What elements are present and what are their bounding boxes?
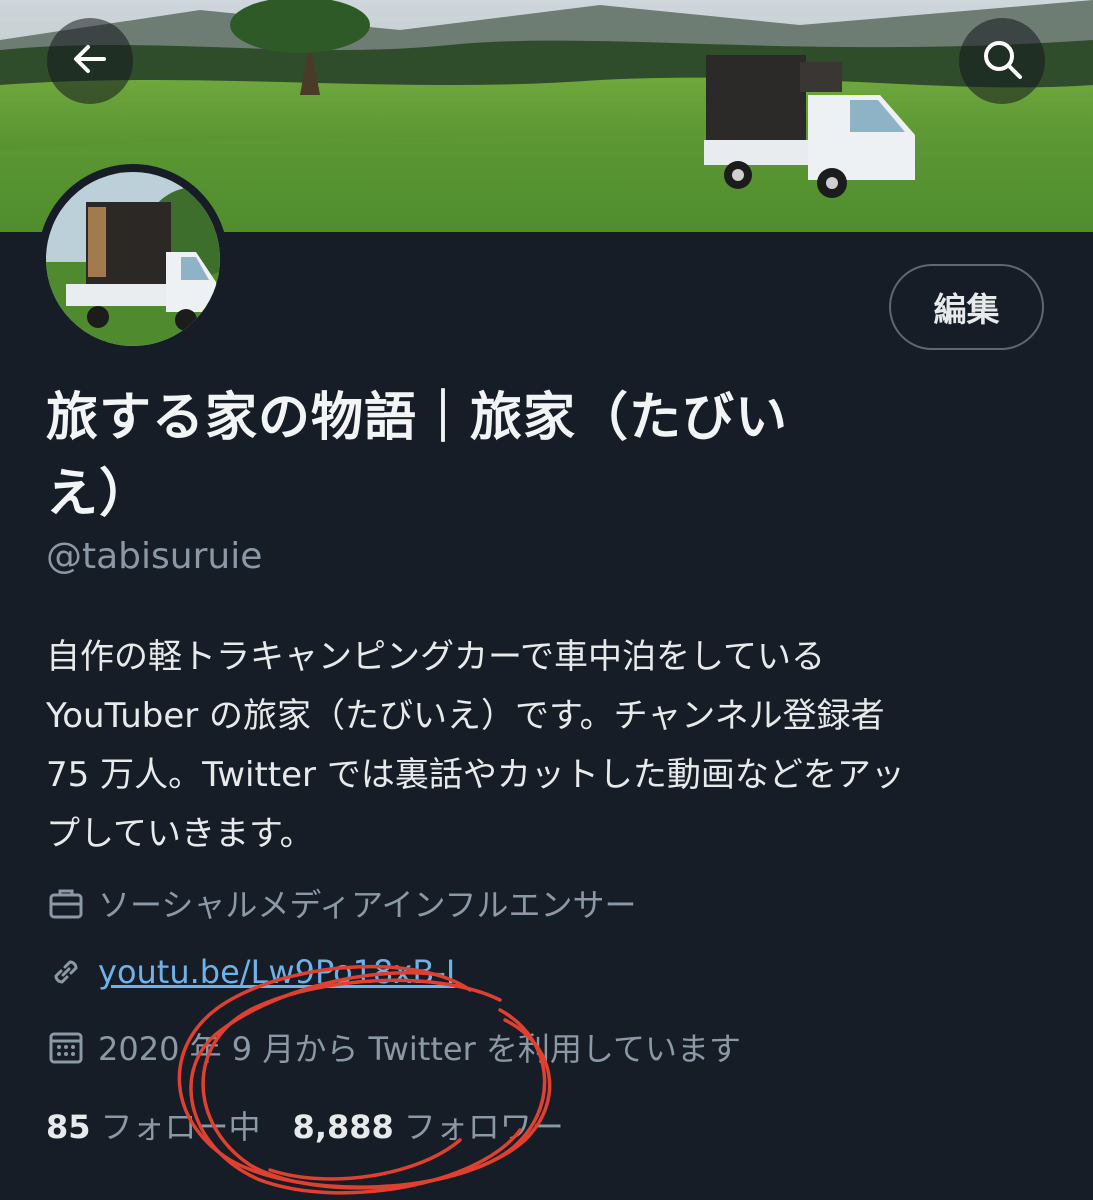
display-name-line1: 旅する家の物語｜旅家（たびい bbox=[46, 388, 789, 448]
bio-line: 自作の軽トラキャンピングカーで車中泊をしている bbox=[46, 637, 825, 677]
bio: 自作の軽トラキャンピングカーで車中泊をしている YouTuber の旅家（たびい… bbox=[46, 628, 1046, 864]
joined-date: 2020 年 9 月から Twitter を利用しています bbox=[46, 1024, 741, 1070]
followers-link[interactable]: 8,888 フォロワー bbox=[293, 1102, 564, 1148]
bio-line: YouTuber の旅家（たびいえ）です。チャンネル登録者 bbox=[46, 696, 885, 736]
calendar-icon bbox=[46, 1027, 86, 1067]
bio-line: プしていきます。 bbox=[46, 814, 314, 854]
profile-link[interactable]: youtu.be/Lw9Po18xB-I bbox=[46, 952, 455, 992]
following-link[interactable]: 85 フォロー中 bbox=[46, 1102, 261, 1148]
following-label: フォロー中 bbox=[100, 1108, 261, 1146]
link-icon bbox=[46, 952, 86, 992]
edit-profile-button[interactable]: 編集 bbox=[889, 264, 1044, 350]
link-text[interactable]: youtu.be/Lw9Po18xB-I bbox=[98, 953, 455, 991]
search-icon bbox=[980, 37, 1024, 85]
category-text: ソーシャルメディアインフルエンサー bbox=[98, 886, 637, 924]
user-handle: @tabisuruie bbox=[46, 536, 263, 577]
joined-text: 2020 年 9 月から Twitter を利用しています bbox=[98, 1030, 741, 1068]
search-button[interactable] bbox=[959, 18, 1045, 104]
display-name: 旅する家の物語｜旅家（たびい え） bbox=[46, 380, 866, 532]
followers-label: フォロワー bbox=[403, 1108, 564, 1146]
briefcase-icon bbox=[46, 883, 86, 923]
follow-stats: 85 フォロー中 8,888 フォロワー bbox=[46, 1102, 564, 1148]
display-name-line2: え） bbox=[46, 464, 153, 524]
bio-line: 75 万人。Twitter では裏話やカットした動画などをアッ bbox=[46, 755, 905, 795]
back-button[interactable] bbox=[47, 18, 133, 104]
following-count: 85 bbox=[46, 1108, 91, 1146]
profile-category: ソーシャルメディアインフルエンサー bbox=[46, 880, 637, 926]
arrow-left-icon bbox=[70, 39, 110, 83]
avatar[interactable] bbox=[38, 164, 228, 354]
followers-count: 8,888 bbox=[292, 1108, 394, 1146]
